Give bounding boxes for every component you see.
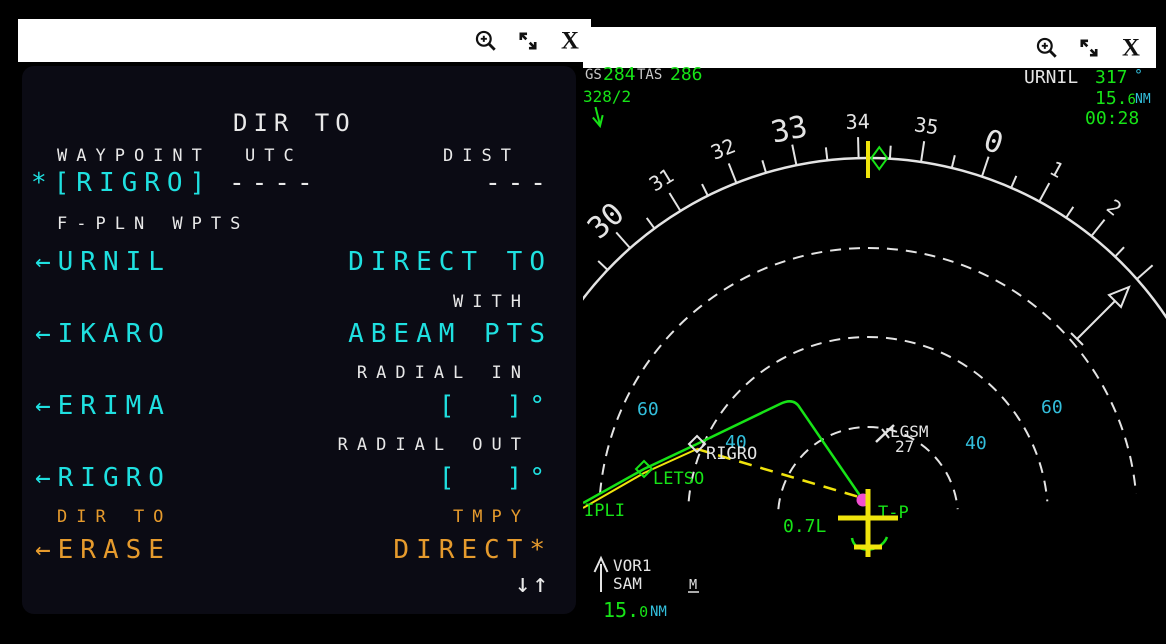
- compass-heading-label: 0: [979, 123, 1007, 162]
- compass-tick: [982, 157, 989, 177]
- compass-tick: [1091, 220, 1104, 236]
- mcdu-fpln-wpts-label: F-PLN WPTS: [57, 215, 249, 235]
- mcdu-col-waypoint: WAYPOINT: [57, 147, 211, 167]
- compass-heading-label: 35: [913, 112, 940, 139]
- to-waypoint-distance: 15.6: [1095, 88, 1136, 109]
- expand-icon[interactable]: [515, 28, 541, 54]
- vor1-tune-mode: M: [689, 577, 697, 593]
- nd-window: X 30313233343501260604040RIGROLETSOIPLIL…: [583, 0, 1166, 644]
- expand-icon[interactable]: [1076, 35, 1102, 61]
- close-icon[interactable]: X: [557, 28, 583, 54]
- compass-heading-label: 1: [1046, 156, 1068, 183]
- compass-heading-label: 2: [1102, 194, 1126, 220]
- compass-heading-label: 30: [583, 196, 631, 246]
- mcdu-radial-out-field[interactable]: [ ]°: [439, 464, 552, 494]
- mcdu-with-label: WITH: [453, 293, 530, 313]
- vor1-dme-distance: 15.0: [603, 598, 648, 622]
- tas-value: 286: [670, 64, 703, 85]
- compass-tick: [729, 163, 737, 183]
- compass-tick: [702, 184, 708, 196]
- close-icon[interactable]: X: [1118, 35, 1144, 61]
- svg-text:X: X: [1122, 35, 1140, 61]
- mcdu-col-dist: DIST: [443, 147, 520, 167]
- mcdu-lsk6-erase[interactable]: ←ERASE: [35, 536, 171, 566]
- waypoint-label: IPLI: [584, 501, 625, 521]
- compass-tick: [669, 193, 680, 211]
- waypoint-label: RIGRO: [706, 444, 757, 464]
- mcdu-window: X DIR TO WAYPOINT UTC DIST *[RIGRO] ----…: [0, 0, 583, 644]
- compass-tick: [647, 218, 655, 228]
- mcdu-radial-out-label: RADIAL OUT: [338, 436, 530, 456]
- compass-tick: [1137, 265, 1153, 279]
- range-ring-label: 40: [965, 433, 987, 454]
- compass-heading-label: 34: [845, 109, 870, 134]
- magnifier-plus-icon[interactable]: [473, 28, 499, 54]
- range-ring: [689, 337, 1048, 501]
- compass-tick: [1066, 207, 1073, 218]
- compass-tick: [792, 145, 796, 166]
- mcdu-radial-in-label: RADIAL IN: [357, 364, 530, 384]
- mcdu-entry-waypoint[interactable]: *[RIGRO]: [31, 169, 212, 199]
- compass-tick: [598, 261, 607, 270]
- vor1-dme-unit: NM: [650, 604, 667, 620]
- mcdu-lsk4-erima[interactable]: ←ERIMA: [35, 392, 171, 422]
- compass-tick: [826, 147, 827, 160]
- mcdu-titlebar[interactable]: X: [18, 19, 591, 62]
- compass-tick: [1115, 247, 1124, 256]
- range-ring-label: 60: [1041, 397, 1063, 418]
- mcdu-lsk2-urnil[interactable]: ←URNIL: [35, 248, 171, 278]
- mcdu-entry-dist: ---: [485, 169, 553, 199]
- range-ring-label: 60: [637, 399, 659, 420]
- mcdu-entry-utc: ----: [229, 169, 320, 199]
- nd-display: 30313233343501260604040RIGROLETSOIPLILGS…: [583, 60, 1166, 644]
- sim-popout-windows: X DIR TO WAYPOINT UTC DIST *[RIGRO] ----…: [0, 0, 1166, 644]
- mcdu-radial-in-field[interactable]: [ ]°: [439, 392, 552, 422]
- compass-heading-label: 31: [645, 163, 678, 196]
- compass-tick: [921, 141, 924, 162]
- gs-value: 284: [603, 64, 636, 85]
- tas-label: TAS: [637, 67, 662, 83]
- compass-heading-label: 32: [707, 133, 738, 164]
- mcdu-scroll-arrows[interactable]: ↓↑: [515, 570, 550, 600]
- airport-runway-label: 27: [895, 437, 914, 456]
- svg-text:X: X: [561, 28, 579, 54]
- cross-track-error: 0.7L: [783, 516, 827, 537]
- compass-tick: [1011, 176, 1016, 188]
- vor1-pointer-line-icon: [1077, 301, 1115, 339]
- mcdu-col-utc: UTC: [245, 147, 303, 167]
- gs-label: GS: [585, 67, 602, 83]
- mcdu-screen: DIR TO WAYPOINT UTC DIST *[RIGRO] ---- -…: [22, 66, 576, 614]
- waypoint-label: LETSO: [653, 469, 704, 489]
- to-waypoint-degree-sign: °: [1134, 66, 1143, 84]
- vor1-ident: SAM: [613, 574, 642, 593]
- mcdu-tmpy-label: TMPY: [453, 508, 530, 528]
- mcdu-lsk3-ikaro[interactable]: ←IKARO: [35, 320, 171, 350]
- mcdu-lsk5-rigro[interactable]: ←RIGRO: [35, 464, 171, 494]
- wind-value: 328/2: [583, 87, 631, 106]
- compass-tick: [616, 232, 630, 248]
- mcdu-rsk6-direct-insert[interactable]: DIRECT*: [393, 536, 552, 566]
- compass-heading-label: 33: [768, 109, 810, 150]
- to-waypoint-distance-unit: NM: [1135, 92, 1151, 107]
- to-waypoint-eta: 00:28: [1085, 108, 1139, 129]
- vor1-label: VOR1: [613, 556, 652, 575]
- mcdu-rsk2-direct-to[interactable]: DIRECT TO: [348, 248, 552, 278]
- compass-tick: [952, 155, 955, 168]
- compass-tick: [890, 146, 891, 159]
- to-waypoint-name: URNIL: [1024, 67, 1078, 88]
- mcdu-rsk3-abeam-pts[interactable]: ABEAM PTS: [348, 320, 552, 350]
- mcdu-page-title: DIR TO: [233, 110, 356, 138]
- compass-tick: [762, 160, 766, 172]
- magnifier-plus-icon[interactable]: [1034, 35, 1060, 61]
- to-waypoint-bearing: 317: [1095, 67, 1128, 88]
- compass-tick: [1039, 183, 1049, 201]
- mcdu-dir-to-label: DIR TO: [57, 508, 172, 528]
- compass-tick: [858, 137, 859, 158]
